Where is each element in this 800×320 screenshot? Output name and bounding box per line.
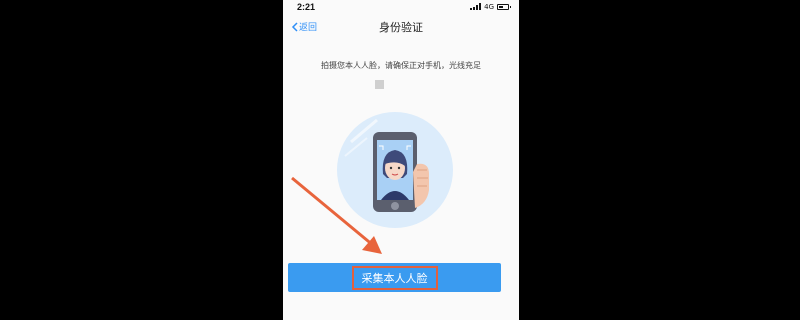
page-title: 身份验证 — [379, 21, 423, 34]
network-label: 4G — [484, 2, 494, 11]
chevron-left-icon — [291, 21, 298, 32]
capture-face-button[interactable]: 采集本人人脸 — [288, 263, 501, 292]
status-bar: 2:21 4G — [283, 0, 519, 13]
battery-icon — [497, 3, 511, 10]
status-indicators: 4G — [470, 2, 511, 11]
placeholder-square — [375, 80, 384, 89]
status-time: 2:21 — [297, 1, 316, 12]
annotation-arrow — [291, 176, 382, 254]
navigation-bar: 返回 身份验证 — [283, 16, 519, 38]
capture-face-label: 采集本人人脸 — [351, 265, 438, 290]
back-label: 返回 — [299, 23, 318, 33]
phone-screen: 2:21 4G 返回 身份验证 拍摄您本人人脸，请确保正对手机，光线充足 采集本… — [283, 0, 519, 320]
back-button[interactable]: 返回 — [291, 20, 317, 33]
instruction-text: 拍摄您本人人脸，请确保正对手机，光线充足 — [321, 61, 481, 70]
signal-icon — [470, 3, 482, 10]
